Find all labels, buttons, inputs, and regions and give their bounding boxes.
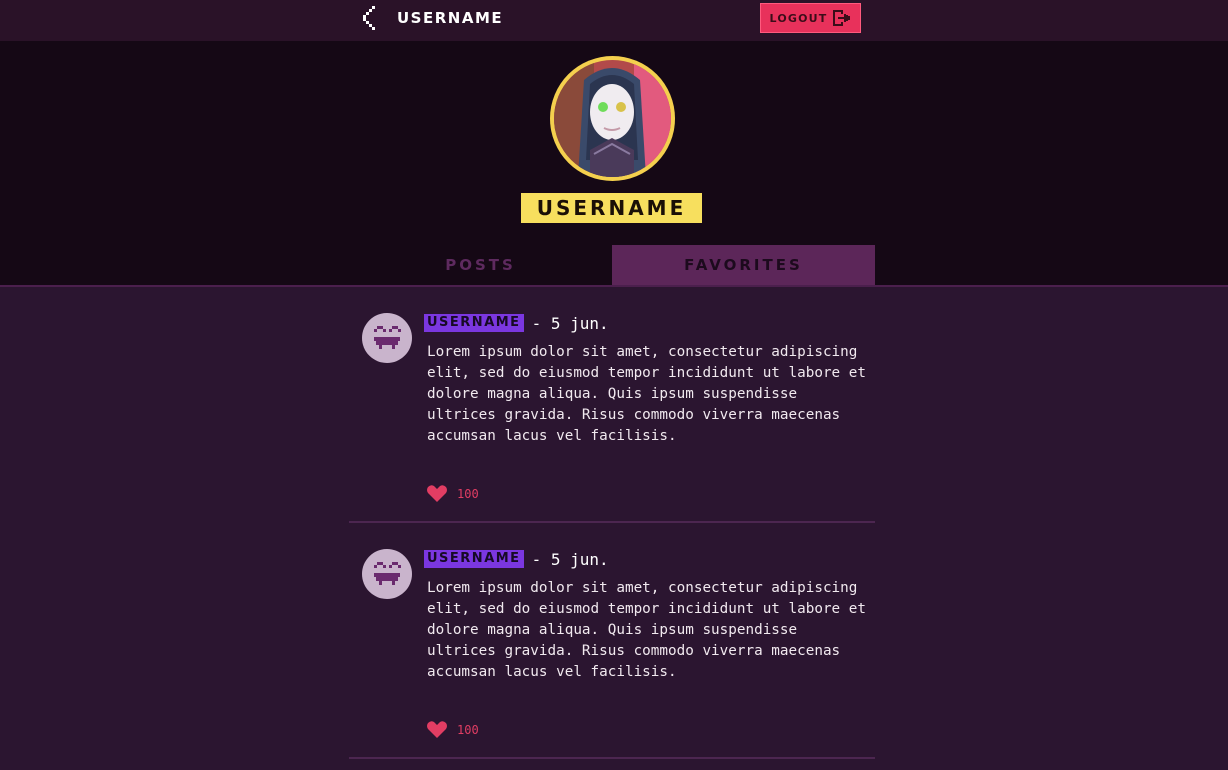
profile-header: USERNAME POSTS FAVORITES [0,41,1228,286]
post-item: USERNAME - 5 jun. Lorem ipsum dolor sit … [349,287,875,523]
like-count: 100 [457,486,479,501]
logout-label: LOGOUT [769,11,828,25]
logout-icon [833,10,851,26]
tab-favorites[interactable]: FAVORITES [612,245,875,285]
post-meta: USERNAME - 5 jun. [424,313,609,333]
post-date: - 5 jun. [531,313,609,333]
top-bar: USERNAME LOGOUT [0,0,1228,41]
smiley-avatar-icon[interactable] [362,549,412,599]
post-username[interactable]: USERNAME [424,550,524,568]
post-body: Lorem ipsum dolor sit amet, consectetur … [427,580,866,680]
post-likes: 100 [427,721,479,738]
tab-posts[interactable]: POSTS [349,245,612,285]
profile-tabs: POSTS FAVORITES [349,245,875,285]
profile-username: USERNAME [521,193,702,223]
post-date: - 5 jun. [531,549,609,569]
post-item: USERNAME - 5 jun. Lorem ipsum dolor sit … [349,523,875,759]
post-likes: 100 [427,485,479,502]
post-meta: USERNAME - 5 jun. [424,549,609,569]
heart-icon[interactable] [427,485,447,502]
back-button[interactable] [358,4,382,34]
post-username[interactable]: USERNAME [424,314,524,332]
smiley-avatar-icon[interactable] [362,313,412,363]
heart-icon[interactable] [427,721,447,738]
profile-photo [554,60,671,177]
post-body: Lorem ipsum dolor sit amet, consectetur … [427,344,866,444]
like-count: 100 [457,722,479,737]
chevron-left-icon [358,4,382,34]
logout-button[interactable]: LOGOUT [760,3,861,33]
header-username: USERNAME [397,9,504,27]
profile-avatar [550,56,675,181]
post-feed: USERNAME - 5 jun. Lorem ipsum dolor sit … [349,287,875,759]
